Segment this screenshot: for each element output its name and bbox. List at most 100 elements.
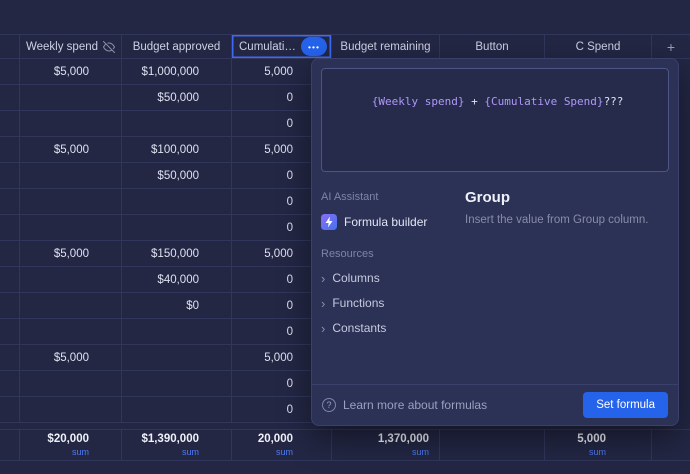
column-header-c-spend[interactable]: C Spend	[545, 34, 652, 59]
table-cell[interactable]	[122, 371, 232, 397]
formula-builder-label: Formula builder	[344, 215, 428, 229]
row-gutter	[0, 163, 20, 189]
table-cell[interactable]: $1,000,000	[122, 59, 232, 85]
table-cell[interactable]: $40,000	[122, 267, 232, 293]
row-gutter	[0, 319, 20, 345]
summary-cell-button[interactable]	[440, 429, 545, 461]
column-menu-button[interactable]: •••	[301, 37, 327, 56]
row-gutter	[0, 137, 20, 163]
row-gutter	[0, 189, 20, 215]
table-cell[interactable]: $150,000	[122, 241, 232, 267]
add-column-button[interactable]: +	[652, 34, 690, 59]
learn-more-link[interactable]: ? Learn more about formulas	[322, 398, 487, 412]
learn-more-label: Learn more about formulas	[343, 398, 488, 412]
column-header-label: Weekly spend	[25, 40, 99, 53]
table-cell[interactable]	[20, 85, 122, 111]
column-header-cumulative[interactable]: Cumulative … •••	[232, 34, 332, 59]
table-cell[interactable]	[20, 189, 122, 215]
table-cell[interactable]	[122, 111, 232, 137]
formula-input[interactable]: {Weekly spend} + {Cumulative Spend}???	[321, 68, 669, 172]
summary-cell-weekly-spend[interactable]: $20,000 sum	[20, 429, 122, 461]
table-cell[interactable]	[20, 319, 122, 345]
summary-cell-budget-remaining[interactable]: 1,370,000 sum	[332, 429, 440, 461]
summary-value: $20,000	[47, 433, 89, 446]
resource-label: Columns	[332, 271, 380, 285]
table-cell[interactable]: $5,000	[20, 59, 122, 85]
table-cell[interactable]: $50,000	[122, 85, 232, 111]
column-header-label: Button	[475, 40, 509, 53]
summary-cell-c-spend[interactable]: 5,000 sum	[545, 429, 652, 461]
table-cell[interactable]: $5,000	[20, 241, 122, 267]
summary-value: 1,370,000	[377, 433, 429, 446]
formula-panel-sidebar: AI Assistant Formula builder Resources ›…	[321, 183, 449, 383]
summary-aggregation-label: sum	[275, 446, 293, 457]
table-cell[interactable]	[20, 371, 122, 397]
formula-detail-pane: Group Insert the value from Group column…	[449, 183, 669, 383]
row-gutter	[0, 371, 20, 397]
formula-token-field: {Weekly spend}	[371, 94, 465, 108]
table-cell[interactable]	[20, 397, 122, 423]
chevron-right-icon: ›	[321, 270, 326, 286]
table-cell[interactable]: $5,000	[20, 137, 122, 163]
summary-filler	[652, 429, 690, 461]
column-header-label: Budget remaining	[340, 40, 431, 53]
formula-token-text: ???	[603, 94, 624, 108]
eye-off-icon	[103, 40, 116, 53]
set-formula-button[interactable]: Set formula	[583, 392, 668, 418]
detail-description: Insert the value from Group column.	[465, 214, 649, 226]
formula-panel-body: AI Assistant Formula builder Resources ›…	[321, 183, 669, 383]
table-cell[interactable]	[20, 111, 122, 137]
table-cell[interactable]	[122, 397, 232, 423]
formula-builder-icon	[321, 214, 337, 230]
table-cell[interactable]	[122, 189, 232, 215]
summary-aggregation-label: sum	[411, 446, 429, 457]
formula-token-field: {Cumulative Spend}	[484, 94, 604, 108]
header-gutter	[0, 34, 20, 59]
resource-item-functions[interactable]: › Functions	[321, 296, 449, 310]
table-cell[interactable]: $100,000	[122, 137, 232, 163]
column-header-weekly-spend[interactable]: Weekly spend	[20, 34, 122, 59]
table-summary-row: $20,000 sum $1,390,000 sum 20,000 sum 1,…	[0, 429, 690, 461]
table-cell[interactable]	[20, 267, 122, 293]
summary-aggregation-label: sum	[71, 446, 89, 457]
row-gutter	[0, 215, 20, 241]
ai-assistant-label: AI Assistant	[321, 191, 379, 203]
row-gutter	[0, 111, 20, 137]
column-header-label: Budget approved	[132, 40, 221, 53]
table-cell[interactable]	[122, 319, 232, 345]
summary-value: $1,390,000	[141, 433, 199, 446]
table-cell[interactable]	[20, 163, 122, 189]
table-cell[interactable]	[20, 215, 122, 241]
chevron-right-icon: ›	[321, 295, 326, 311]
resource-item-constants[interactable]: › Constants	[321, 321, 449, 335]
table-cell[interactable]	[20, 293, 122, 319]
resource-label: Functions	[332, 296, 385, 310]
formula-editor-popup: {Weekly spend} + {Cumulative Spend}??? A…	[311, 58, 679, 426]
table-cell[interactable]: $50,000	[122, 163, 232, 189]
summary-cell-cumulative[interactable]: 20,000 sum	[232, 429, 332, 461]
help-icon: ?	[322, 398, 336, 412]
row-gutter	[0, 345, 20, 371]
formula-token-operator: +	[464, 94, 485, 108]
chevron-right-icon: ›	[321, 320, 326, 336]
resource-label: Constants	[332, 321, 387, 335]
summary-gutter	[0, 429, 20, 461]
table-cell[interactable]: $5,000	[20, 345, 122, 371]
row-gutter	[0, 59, 20, 85]
summary-aggregation-label: sum	[181, 446, 199, 457]
summary-cell-budget-approved[interactable]: $1,390,000 sum	[122, 429, 232, 461]
row-gutter	[0, 241, 20, 267]
table-header-row: Weekly spend Budget approved Cumulative …	[0, 34, 690, 59]
toolbar-area	[0, 0, 690, 34]
formula-panel-footer: ? Learn more about formulas Set formula	[312, 384, 678, 425]
spreadsheet-app: Weekly spend Budget approved Cumulative …	[0, 0, 690, 474]
table-cell[interactable]	[122, 345, 232, 371]
resource-item-columns[interactable]: › Columns	[321, 271, 449, 285]
formula-builder-item[interactable]: Formula builder	[321, 214, 449, 230]
detail-title: Group	[465, 189, 510, 206]
column-header-budget-approved[interactable]: Budget approved	[122, 34, 232, 59]
column-header-button[interactable]: Button	[440, 34, 545, 59]
table-cell[interactable]	[122, 215, 232, 241]
table-cell[interactable]: $0	[122, 293, 232, 319]
column-header-budget-remaining[interactable]: Budget remaining	[332, 34, 440, 59]
